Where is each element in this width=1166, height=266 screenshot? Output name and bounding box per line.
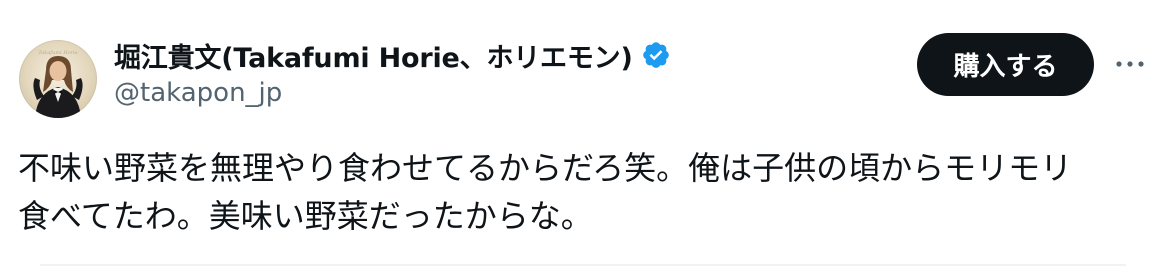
tweet-card: Takafumi Horie 堀江貴文(Takafumi Horie、ホリエモン… [0,0,1166,266]
more-options-button[interactable] [1110,46,1150,82]
svg-text:Takafumi Horie: Takafumi Horie [38,50,77,56]
more-horizontal-icon [1116,61,1144,67]
tweet-text: 不味い野菜を無理やり食わせてるからだろ笑。俺は子供の頃からモリモリ 食べてたわ。… [18,144,1158,240]
verified-badge-icon [641,40,671,70]
tweet-text-line: 不味い野菜を無理やり食わせてるからだろ笑。俺は子供の頃からモリモリ [18,149,1073,187]
author-avatar[interactable]: Takafumi Horie [19,40,97,118]
author-handle[interactable]: @takapon_jp [114,78,282,108]
author-display-name[interactable]: 堀江貴文(Takafumi Horie、ホリエモン) [114,36,633,75]
author-name-row: 堀江貴文(Takafumi Horie、ホリエモン) [114,36,671,74]
tweet-text-line: 食べてたわ。美味い野菜だったからな。 [18,197,593,235]
avatar-image: Takafumi Horie [33,50,83,118]
buy-button[interactable]: 購入する [917,33,1094,96]
